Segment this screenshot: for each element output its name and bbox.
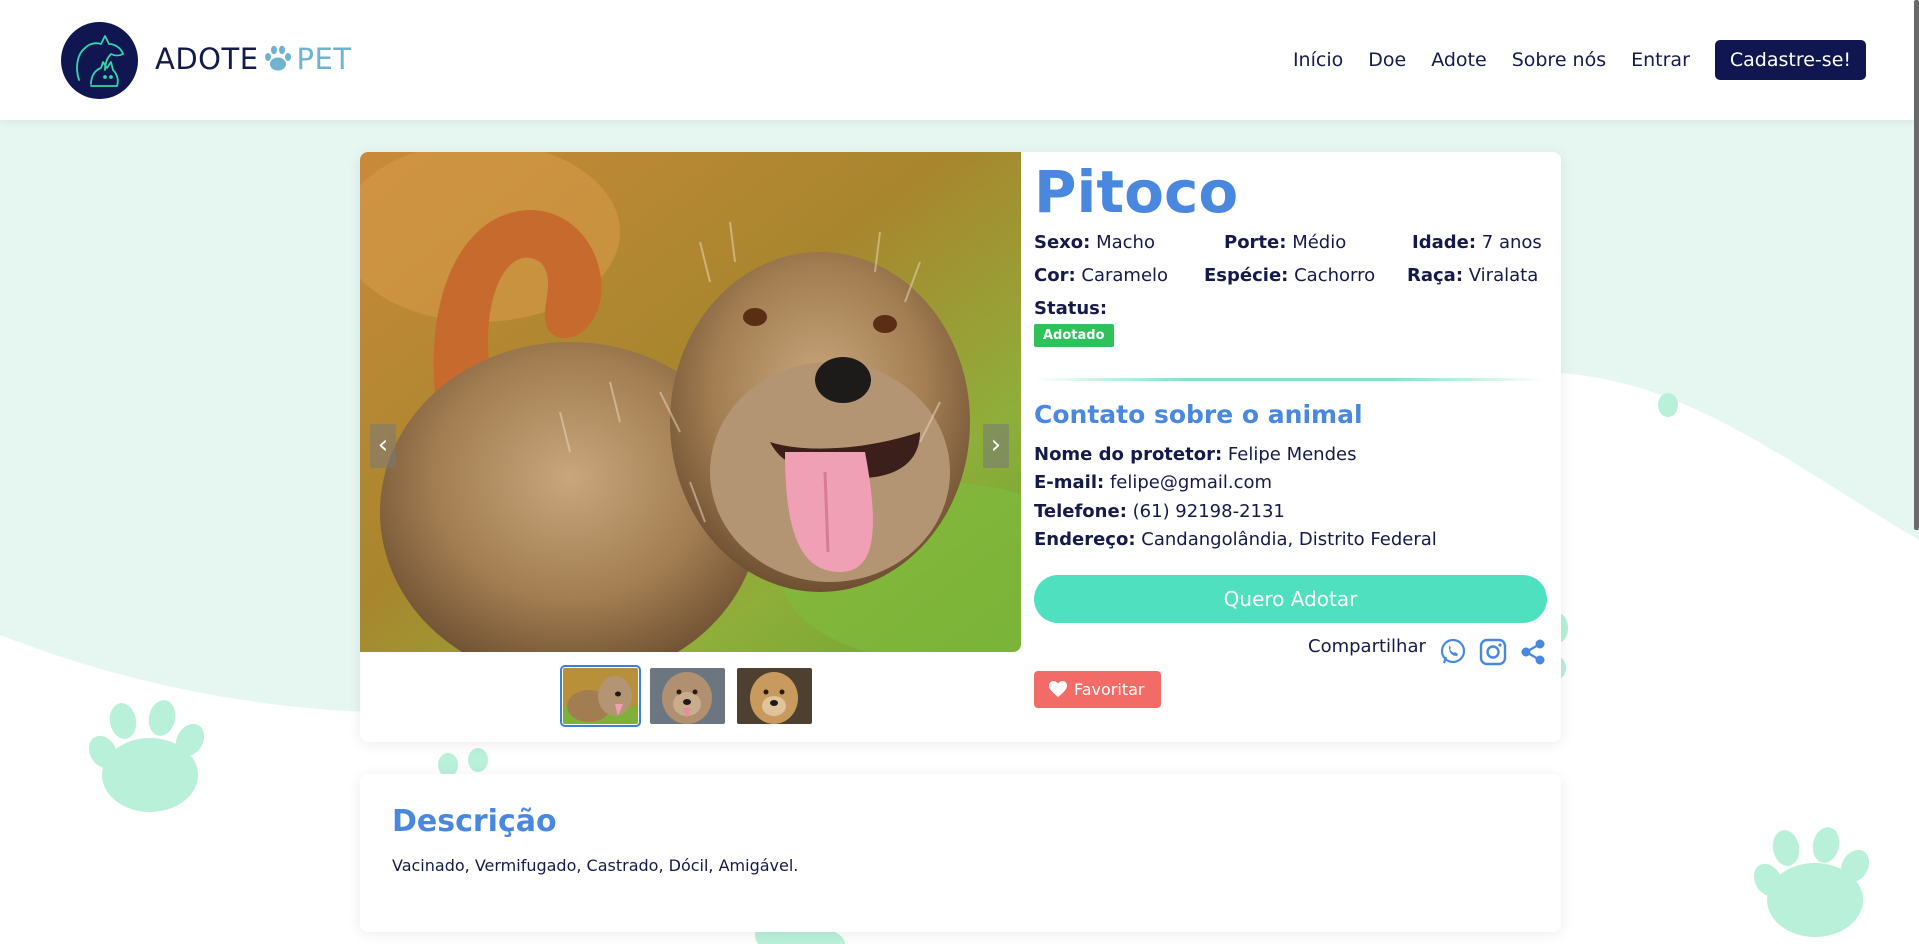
attr-cor: Cor: Caramelo — [1034, 265, 1169, 286]
share-label: Compartilhar — [1308, 636, 1426, 657]
main-nav: Início Doe Adote Sobre nós Entrar Cadast… — [1268, 40, 1866, 80]
chevron-left-icon: ‹ — [377, 430, 389, 460]
page-scrollbar[interactable] — [1914, 0, 1919, 530]
thumbnail-1[interactable] — [560, 665, 641, 727]
brand-name-primary: ADOTE — [155, 42, 259, 76]
attr-raca: Raça: Viralata — [1407, 265, 1539, 286]
contact-address: Endereço: Candangolândia, Distrito Feder… — [1034, 529, 1437, 550]
pet-photo-carousel[interactable]: ‹ › — [360, 152, 1021, 652]
section-divider — [1034, 378, 1544, 381]
description-text: Vacinado, Vermifugado, Castrado, Dócil, … — [392, 856, 799, 875]
pet-details-card: ‹ › Pitoco Sexo: Macho Porte: Médio Idad… — [360, 152, 1561, 742]
contact-phone: Telefone: (61) 92198-2131 — [1034, 501, 1285, 522]
adopt-button[interactable]: Quero Adotar — [1034, 575, 1547, 623]
brand-logo-text[interactable]: ADOTE PET — [155, 42, 352, 76]
attr-idade: Idade: 7 anos — [1412, 232, 1542, 253]
contact-protector: Nome do protetor: Felipe Mendes — [1034, 444, 1357, 465]
carousel-prev-button[interactable]: ‹ — [370, 424, 396, 468]
site-header: ADOTE PET Início Doe Adote Sobre nós Entr… — [0, 0, 1919, 120]
nav-item-entrar[interactable]: Entrar — [1631, 49, 1690, 71]
attr-porte: Porte: Médio — [1224, 232, 1347, 253]
whatsapp-icon[interactable] — [1438, 637, 1468, 667]
description-card: Descrição Vacinado, Vermifugado, Castrad… — [360, 774, 1561, 932]
share-icon[interactable] — [1518, 637, 1548, 667]
heart-icon — [1048, 674, 1068, 697]
description-title: Descrição — [392, 804, 557, 839]
attr-especie: Espécie: Cachorro — [1204, 265, 1376, 286]
favorite-button[interactable]: Favoritar — [1034, 671, 1161, 708]
pet-name: Pitoco — [1034, 158, 1239, 226]
status-badge: Adotado — [1034, 324, 1114, 347]
contact-title: Contato sobre o animal — [1034, 400, 1363, 429]
nav-item-inicio[interactable]: Início — [1293, 49, 1343, 71]
attr-sexo: Sexo: Macho — [1034, 232, 1155, 253]
nav-item-adote[interactable]: Adote — [1431, 49, 1487, 71]
brand-name-secondary: PET — [296, 42, 352, 76]
contact-email: E-mail: felipe@gmail.com — [1034, 472, 1273, 493]
nav-item-doe[interactable]: Doe — [1368, 49, 1406, 71]
paw-icon — [261, 44, 295, 72]
pet-main-photo — [360, 152, 1021, 652]
share-icons — [1438, 637, 1558, 667]
nav-item-sobre-nos[interactable]: Sobre nós — [1512, 49, 1606, 71]
signup-button[interactable]: Cadastre-se! — [1714, 40, 1866, 80]
thumbnail-2[interactable] — [650, 668, 725, 724]
chevron-right-icon: › — [990, 430, 1002, 460]
photo-thumbnails — [560, 665, 824, 727]
dog-cat-logo-icon[interactable] — [61, 22, 138, 99]
instagram-icon[interactable] — [1478, 637, 1508, 667]
favorite-label: Favoritar — [1074, 680, 1145, 699]
status-label: Status: — [1034, 298, 1108, 319]
carousel-next-button[interactable]: › — [983, 424, 1009, 468]
thumbnail-3[interactable] — [737, 668, 812, 724]
